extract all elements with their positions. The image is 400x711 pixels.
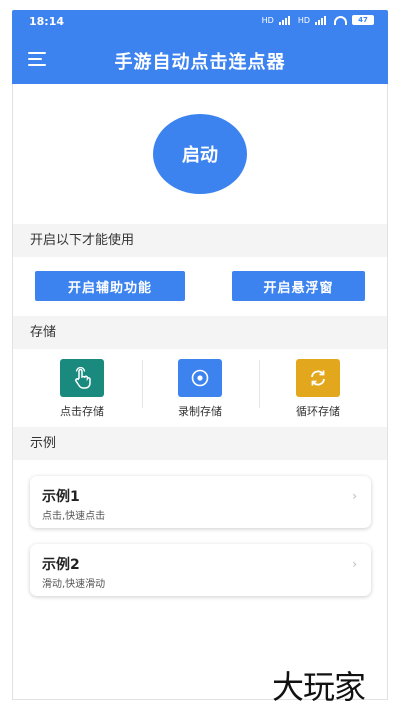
- app-bar: 手游自动点击连点器: [12, 34, 388, 84]
- click-storage-item[interactable]: 点击存储: [23, 359, 141, 421]
- record-icon: [178, 359, 222, 397]
- status-icons: HD HD 47: [262, 15, 374, 25]
- example-card-2[interactable]: 示例2 滑动,快速滑动 ›: [30, 544, 371, 596]
- enable-accessibility-button[interactable]: 开启辅助功能: [35, 271, 185, 301]
- example-subtitle: 点击,快速点击: [42, 511, 106, 522]
- app-title: 手游自动点击连点器: [114, 52, 286, 73]
- examples-heading: 示例: [13, 427, 387, 460]
- example-card-1[interactable]: 示例1 点击,快速点击 ›: [30, 476, 371, 528]
- loop-storage-label: 循环存储: [296, 405, 340, 418]
- status-time: 18:14: [29, 15, 65, 28]
- watermark-logo: 大玩家: [272, 668, 366, 706]
- loop-storage-item[interactable]: 循环存储: [259, 359, 377, 421]
- start-button[interactable]: 启动: [153, 114, 247, 194]
- chevron-right-icon: ›: [352, 489, 357, 503]
- chevron-right-icon: ›: [352, 557, 357, 571]
- click-storage-label: 点击存储: [60, 405, 104, 418]
- status-bar: 18:14 HD HD 47: [12, 10, 388, 34]
- example-title: 示例2: [42, 557, 80, 573]
- example-title: 示例1: [42, 489, 80, 505]
- example-subtitle: 滑动,快速滑动: [42, 579, 106, 590]
- signal-label-1: HD: [261, 15, 274, 25]
- wifi-icon: [334, 15, 347, 25]
- signal-icon: [278, 15, 293, 25]
- record-storage-label: 录制存储: [178, 405, 222, 418]
- signal-label-2: HD: [297, 15, 310, 25]
- storage-heading: 存储: [13, 316, 387, 349]
- tap-hand-icon: [60, 359, 104, 397]
- signal-icon-2: [315, 15, 329, 25]
- battery-icon: 47: [352, 15, 374, 25]
- enable-overlay-button[interactable]: 开启悬浮窗: [232, 271, 365, 301]
- loop-icon: [296, 359, 340, 397]
- permissions-heading: 开启以下才能使用: [13, 224, 387, 257]
- record-storage-item[interactable]: 录制存储: [141, 359, 259, 421]
